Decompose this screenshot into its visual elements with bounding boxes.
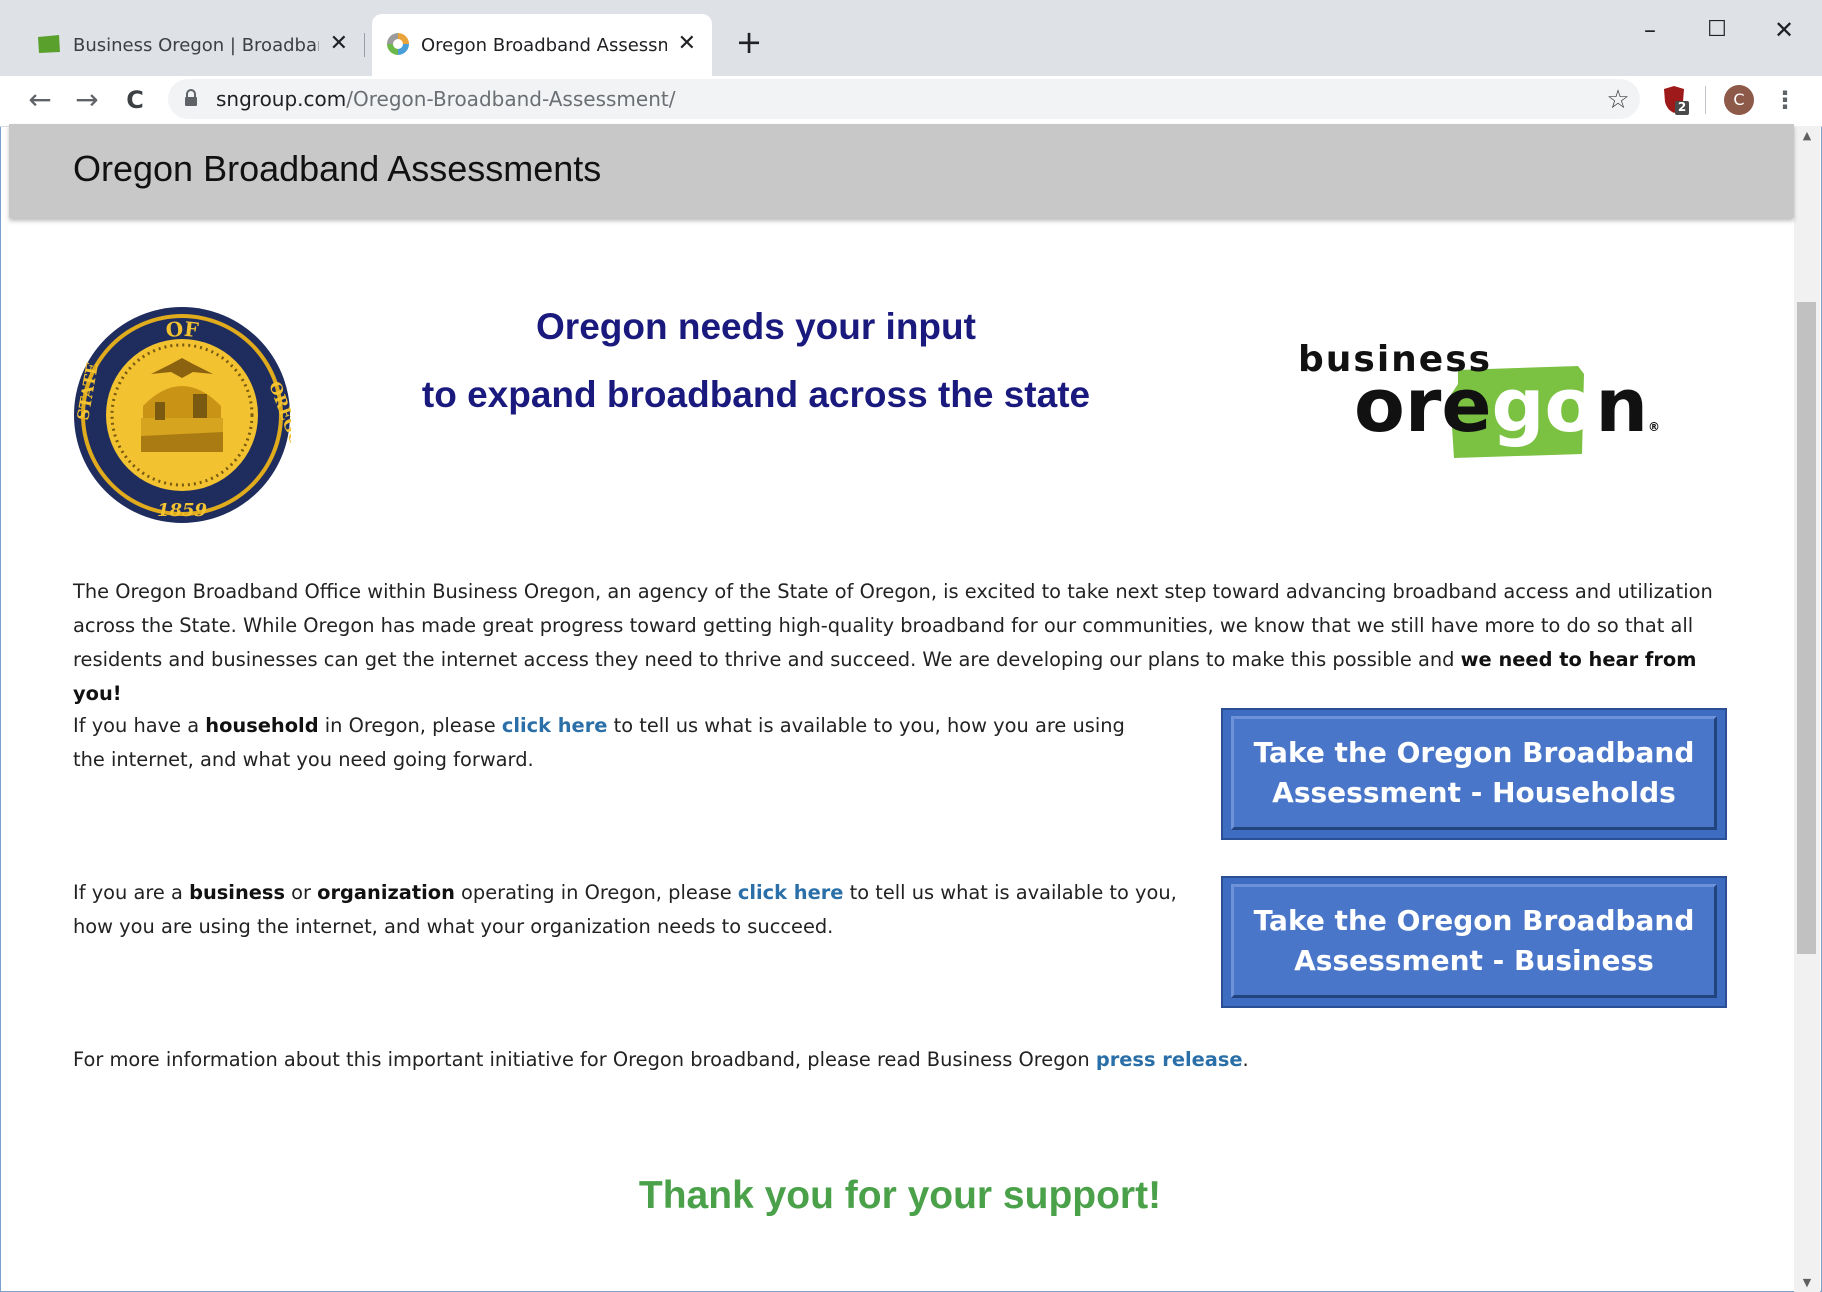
tab-title: Business Oregon | Broadband Office xyxy=(73,34,319,56)
page-title: Oregon Broadband Assessments xyxy=(73,148,602,189)
new-tab-button[interactable]: + xyxy=(733,22,765,62)
url-text[interactable]: sngroup.com/Oregon-Broadband-Assessment/ xyxy=(216,83,675,115)
tab-business-oregon[interactable]: Business Oregon | Broadband Office ✕ xyxy=(22,14,364,76)
household-assessment-button-face[interactable]: Take the Oregon Broadband Assessment - Ho… xyxy=(1231,716,1717,830)
window-close-button[interactable]: ✕ xyxy=(1754,10,1814,50)
household-assessment-button[interactable]: Take the Oregon Broadband Assessment - Ho… xyxy=(1221,708,1727,840)
browser-menu-icon[interactable]: ⋮ xyxy=(1770,80,1800,120)
business-paragraph: If you are a business or organization op… xyxy=(73,881,1177,938)
ublock-extension-button[interactable]: 2 xyxy=(1654,80,1694,120)
seal-top-text: OF xyxy=(165,317,200,343)
scroll-down-arrow-icon[interactable]: ▼ xyxy=(1794,1274,1820,1292)
tab-oregon-broadband-assessments[interactable]: Oregon Broadband Assessments ✕ xyxy=(372,14,712,76)
household-assessment-button-label: Take the Oregon Broadband Assessment - Ho… xyxy=(1253,736,1695,809)
intro-paragraph: The Oregon Broadband Office within Busin… xyxy=(73,580,1713,705)
close-icon[interactable]: ✕ xyxy=(330,33,348,55)
business-assessment-button-label: Take the Oregon Broadband Assessment - Bu… xyxy=(1253,904,1695,977)
business-assessment-button-face[interactable]: Take the Oregon Broadband Assessment - Bu… xyxy=(1231,884,1717,998)
url-path: /Oregon-Broadband-Assessment/ xyxy=(346,87,676,111)
tab-separator xyxy=(364,33,365,57)
seal-year: 1859 xyxy=(157,500,208,521)
thank-you-message: Thank you for your support! xyxy=(638,1174,1162,1217)
minimize-button[interactable]: – xyxy=(1620,10,1680,50)
more-info-paragraph: For more information about this importan… xyxy=(73,1048,1249,1071)
forward-button[interactable]: → xyxy=(67,80,107,120)
headline-line-1: Oregon needs your input xyxy=(536,306,976,347)
lock-icon xyxy=(185,89,197,106)
maximize-button[interactable]: ☐ xyxy=(1687,10,1747,50)
oregon-map-favicon xyxy=(38,35,60,53)
logo-oregon-text: oregon® xyxy=(1354,363,1661,449)
headline-line-2: to expand broadband across the state xyxy=(421,374,1091,415)
reload-button[interactable]: C xyxy=(115,80,155,120)
business-click-here-link[interactable]: click here xyxy=(738,881,844,904)
close-icon[interactable]: ✕ xyxy=(678,33,696,55)
svg-text:OF: OF xyxy=(165,317,200,343)
sn-group-favicon xyxy=(387,33,409,55)
business-oregon-logo: business oregon® xyxy=(1296,340,1660,458)
household-click-here-link[interactable]: click here xyxy=(502,714,608,737)
household-paragraph: If you have a household in Oregon, pleas… xyxy=(73,714,1125,771)
profile-avatar[interactable]: C xyxy=(1724,85,1754,115)
bookmark-star-icon[interactable]: ☆ xyxy=(1598,80,1638,120)
tab-title: Oregon Broadband Assessments xyxy=(421,34,667,56)
ublock-shield-icon xyxy=(1664,86,1689,115)
url-host: sngroup.com xyxy=(216,87,347,111)
back-button[interactable]: ← xyxy=(20,80,60,120)
oregon-state-seal: OF STATE OREGON 1859 xyxy=(73,307,291,523)
scrollbar-thumb[interactable] xyxy=(1797,302,1816,954)
business-assessment-button[interactable]: Take the Oregon Broadband Assessment - Bu… xyxy=(1221,876,1727,1008)
scroll-up-arrow-icon[interactable]: ▲ xyxy=(1794,127,1820,145)
press-release-link[interactable]: press release xyxy=(1096,1048,1243,1071)
toolbar-divider xyxy=(1705,86,1706,114)
ublock-badge: 2 xyxy=(1677,100,1687,114)
